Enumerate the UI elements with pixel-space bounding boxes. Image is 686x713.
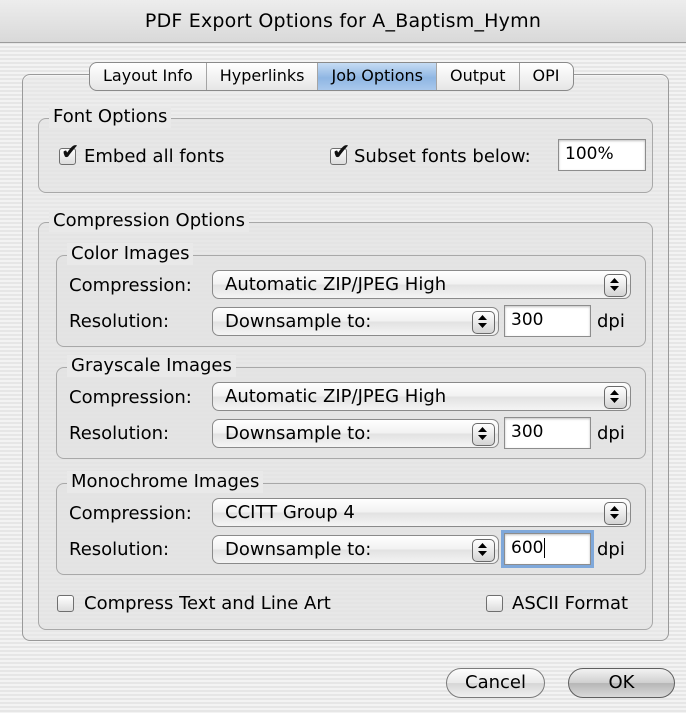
monochrome-images-group: Monochrome Images Compression: CCITT Gro…: [56, 471, 646, 575]
cancel-button[interactable]: Cancel: [446, 668, 545, 698]
color-resolution-popup[interactable]: Downsample to:: [212, 307, 499, 336]
updown-arrows-icon: [604, 274, 627, 297]
checkmark-icon: ✔: [61, 140, 80, 165]
grayscale-dpi-input[interactable]: 300: [504, 417, 591, 449]
tab-bar: Layout Info Hyperlinks Job Options Outpu…: [89, 62, 574, 91]
grayscale-images-group: Grayscale Images Compression: Automatic …: [56, 355, 646, 459]
ascii-format-checkbox[interactable]: [486, 595, 503, 612]
monochrome-compression-label: Compression:: [69, 503, 192, 524]
embed-all-fonts-label: Embed all fonts: [84, 146, 225, 167]
compression-options-group: Compression Options Color Images Compres…: [38, 210, 653, 630]
monochrome-resolution-value: Downsample to:: [225, 539, 372, 560]
monochrome-images-title: Monochrome Images: [67, 471, 264, 493]
color-compression-label: Compression:: [69, 275, 192, 296]
tab-job-options[interactable]: Job Options: [318, 63, 437, 90]
monochrome-dpi-value: 600: [511, 538, 544, 558]
monochrome-compression-value: CCITT Group 4: [225, 502, 355, 523]
monochrome-resolution-label: Resolution:: [69, 539, 170, 560]
grayscale-compression-popup[interactable]: Automatic ZIP/JPEG High: [212, 382, 631, 411]
tab-output[interactable]: Output: [437, 63, 520, 90]
subset-fonts-checkbox[interactable]: ✔: [330, 142, 350, 165]
grayscale-images-title: Grayscale Images: [67, 355, 236, 377]
grayscale-resolution-value: Downsample to:: [225, 423, 372, 444]
grayscale-compression-value: Automatic ZIP/JPEG High: [225, 386, 447, 407]
window-title: PDF Export Options for A_Baptism_Hymn: [0, 0, 686, 43]
checkmark-icon: ✔: [332, 140, 351, 165]
grayscale-resolution-label: Resolution:: [69, 423, 170, 444]
color-compression-value: Automatic ZIP/JPEG High: [225, 274, 447, 295]
text-cursor: [544, 538, 546, 558]
updown-arrows-icon: [604, 386, 627, 409]
color-resolution-label: Resolution:: [69, 311, 170, 332]
color-dpi-input[interactable]: 300: [504, 305, 591, 337]
embed-all-fonts-checkbox[interactable]: ✔: [59, 142, 79, 165]
color-resolution-value: Downsample to:: [225, 311, 372, 332]
color-images-group: Color Images Compression: Automatic ZIP/…: [56, 243, 646, 347]
color-images-title: Color Images: [67, 243, 194, 265]
monochrome-resolution-popup[interactable]: Downsample to:: [212, 535, 499, 564]
monochrome-compression-popup[interactable]: CCITT Group 4: [212, 498, 631, 527]
font-options-group: Font Options ✔ Embed all fonts ✔ Subset …: [38, 106, 653, 193]
compress-text-checkbox[interactable]: [57, 595, 74, 612]
subset-fonts-threshold-input[interactable]: 100%: [558, 139, 646, 171]
tab-opi[interactable]: OPI: [520, 63, 573, 90]
monochrome-dpi-unit: dpi: [597, 539, 625, 560]
ok-button[interactable]: OK: [568, 668, 675, 698]
ascii-format-label: ASCII Format: [512, 593, 629, 614]
updown-arrows-icon: [604, 502, 627, 525]
tab-hyperlinks[interactable]: Hyperlinks: [207, 63, 319, 90]
updown-arrows-icon: [472, 539, 495, 562]
color-compression-popup[interactable]: Automatic ZIP/JPEG High: [212, 270, 631, 299]
grayscale-compression-label: Compression:: [69, 387, 192, 408]
updown-arrows-icon: [472, 311, 495, 334]
color-dpi-unit: dpi: [597, 311, 625, 332]
monochrome-dpi-input[interactable]: 600: [504, 533, 591, 565]
tab-layout-info[interactable]: Layout Info: [90, 63, 207, 90]
updown-arrows-icon: [472, 423, 495, 446]
subset-fonts-label: Subset fonts below:: [354, 146, 531, 167]
compression-options-title: Compression Options: [49, 210, 249, 232]
compress-text-label: Compress Text and Line Art: [84, 593, 331, 614]
grayscale-dpi-unit: dpi: [597, 423, 625, 444]
font-options-title: Font Options: [49, 106, 172, 128]
grayscale-resolution-popup[interactable]: Downsample to:: [212, 419, 499, 448]
